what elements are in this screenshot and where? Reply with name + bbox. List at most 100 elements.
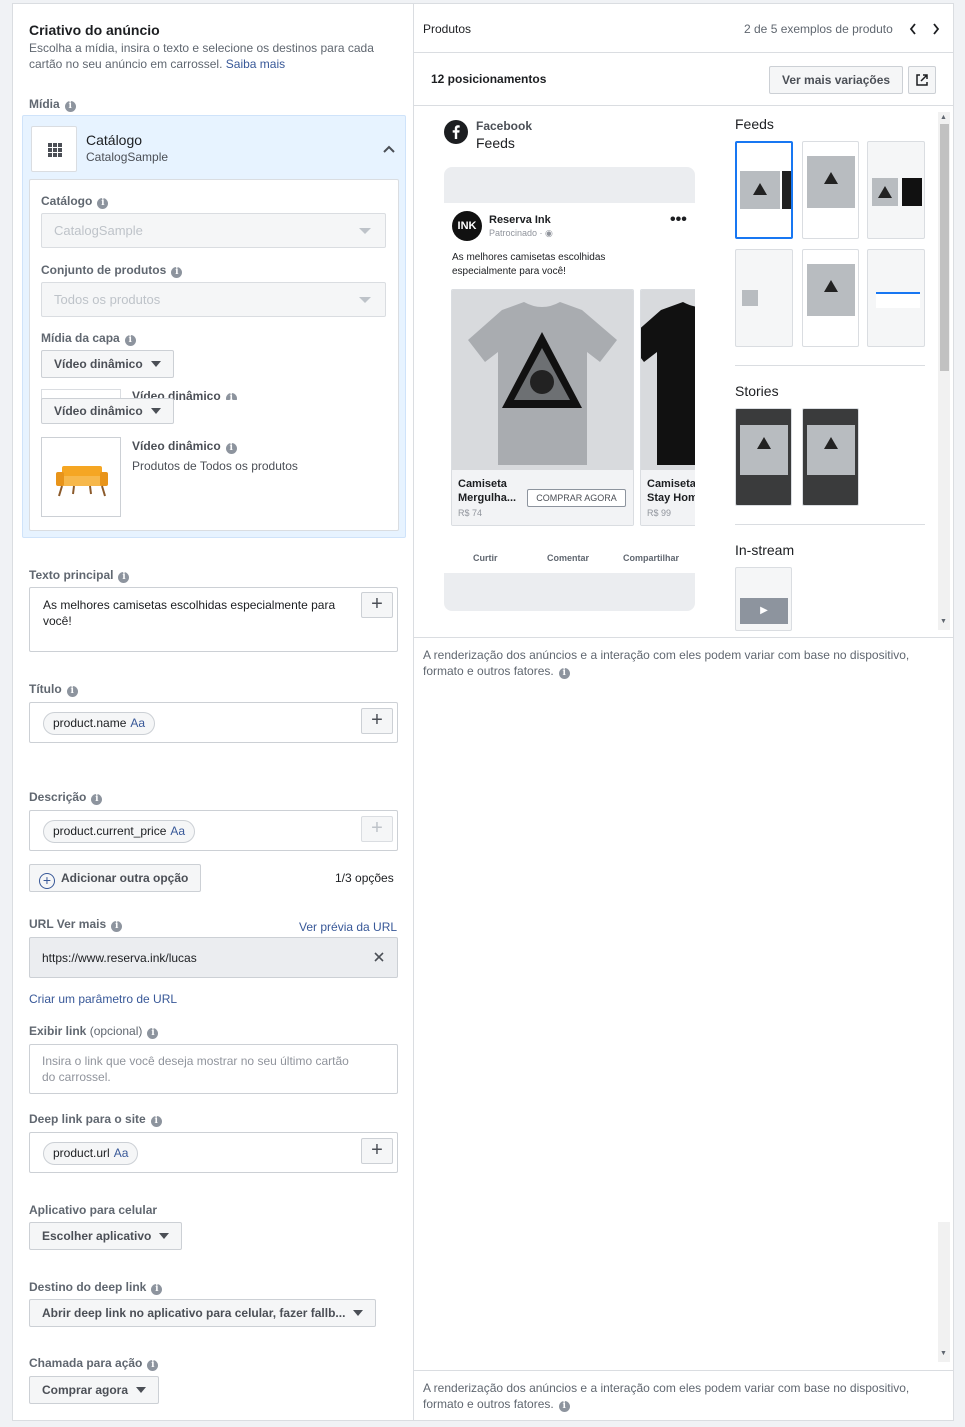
info-icon[interactable]: i (111, 921, 123, 932)
placement-thumb[interactable] (735, 249, 793, 347)
share-button[interactable]: Compartilhar (623, 553, 679, 563)
lower-scrollbar[interactable]: ▼ (938, 1222, 950, 1362)
placement-thumb[interactable]: ▶ (735, 567, 792, 631)
placement-name: Feeds (476, 135, 515, 151)
add-deep-link-button[interactable]: + (361, 1138, 393, 1164)
description-chip-text: product.current_price (53, 824, 167, 838)
chair-icon (41, 437, 121, 517)
description-chip[interactable]: product.current_price Aa (43, 820, 196, 843)
title-chip[interactable]: product.name Aa (43, 712, 156, 735)
caret-down-icon (150, 408, 161, 414)
product-set-select: Todos os produtos (41, 282, 386, 317)
globe-icon: ◉ (545, 228, 553, 238)
catalog-field-label: Catálogo i (41, 194, 109, 209)
cta-label: Chamada para ação i (29, 1356, 159, 1371)
cover-media-dropdown-open[interactable]: Vídeo dinâmico (41, 398, 174, 424)
chevron-left-icon[interactable] (909, 23, 917, 35)
info-icon[interactable]: i (151, 1284, 163, 1295)
comment-button[interactable]: Comentar (547, 553, 589, 563)
primary-text-input[interactable]: As melhores camisetas escolhidas especia… (29, 587, 398, 652)
info-icon[interactable]: i (97, 198, 109, 209)
external-link-icon[interactable] (908, 66, 936, 94)
info-icon[interactable]: i (118, 572, 130, 583)
sponsored-label: Patrocinado · ◉ (489, 228, 553, 238)
deep-link-chip[interactable]: product.url Aa (43, 1142, 139, 1165)
primary-text-label: Texto principal i (29, 568, 130, 583)
info-icon[interactable]: i (66, 686, 78, 697)
deep-link-input[interactable]: product.url Aa + (29, 1132, 398, 1173)
choose-app-dropdown[interactable]: Escolher aplicativo (29, 1222, 183, 1250)
scroll-down-arrow[interactable]: ▼ (940, 618, 947, 625)
deep-link-chip-text: product.url (53, 1146, 110, 1160)
card-title-line1: Camiseta (647, 478, 695, 490)
info-icon[interactable]: i (64, 101, 76, 112)
close-icon[interactable] (373, 951, 385, 963)
description-input[interactable]: product.current_price Aa + (29, 810, 398, 851)
catalog-select-value: CatalogSample (54, 223, 143, 238)
url-preview-link[interactable]: Ver prévia da URL (299, 920, 397, 934)
buy-now-button[interactable]: COMPRAR AGORA (527, 489, 626, 507)
scroll-up-arrow[interactable]: ▲ (940, 114, 947, 121)
divider (414, 52, 953, 53)
info-icon[interactable]: i (124, 335, 136, 346)
feeds-section-title: Feeds (735, 116, 774, 132)
learn-more-link[interactable]: Saiba mais (226, 57, 285, 71)
stories-section-title: Stories (735, 383, 779, 399)
card-price: R$ 74 (458, 508, 483, 518)
placement-thumb[interactable] (802, 408, 859, 506)
feed-preview-bottom (444, 573, 695, 611)
placement-thumb-selected[interactable] (735, 141, 793, 239)
add-option-button[interactable]: + Adicionar outra opção (29, 864, 202, 892)
display-link-label-text: Exibir link (29, 1024, 87, 1038)
deep-link-dest-value: Abrir deep link no aplicativo para celul… (42, 1306, 346, 1320)
placement-thumb[interactable] (867, 141, 925, 239)
info-icon[interactable]: i (91, 794, 103, 805)
info-icon[interactable]: i (147, 1028, 159, 1039)
placement-thumb[interactable] (802, 141, 859, 239)
media-label: Mídia i (29, 97, 76, 112)
deep-link-dest-dropdown[interactable]: Abrir deep link no aplicativo para celul… (29, 1299, 377, 1327)
disclaimer: A renderização dos anúncios e a interaçã… (423, 647, 928, 679)
placement-thumb[interactable] (802, 249, 859, 347)
carousel-card[interactable]: Camiseta Mergulha... R$ 74 COMPRAR AGORA (451, 289, 634, 526)
chevron-up-icon[interactable] (383, 142, 395, 153)
scroll-thumb[interactable] (940, 124, 949, 371)
carousel-card[interactable]: Camiseta Stay Hom R$ 99 (640, 289, 695, 526)
info-icon[interactable]: i (150, 1116, 162, 1127)
info-icon[interactable]: i (147, 1360, 159, 1371)
sponsored-text: Patrocinado (489, 228, 538, 238)
more-variations-button[interactable]: Ver mais variações (769, 66, 904, 94)
url-input[interactable]: https://www.reserva.ink/lucas (29, 937, 398, 978)
product-image (452, 290, 633, 470)
add-primary-text-button[interactable]: + (361, 592, 393, 618)
mobile-app-label: Aplicativo para celular (29, 1203, 158, 1217)
preview-pagination: 2 de 5 exemplos de produto (744, 22, 893, 36)
like-button[interactable]: Curtir (473, 553, 498, 563)
add-description-button[interactable]: + (361, 816, 393, 842)
product-set-label: Conjunto de produtos i (41, 263, 183, 278)
cta-value: Comprar agora (42, 1383, 129, 1397)
display-link-input[interactable]: Insira o link que você deseja mostrar no… (29, 1044, 398, 1094)
create-url-param-link[interactable]: Criar um parâmetro de URL (29, 992, 177, 1006)
scroll-down-arrow[interactable]: ▼ (940, 1350, 947, 1357)
cover-media-dropdown[interactable]: Vídeo dinâmico (41, 350, 174, 378)
info-icon[interactable]: i (558, 1401, 570, 1412)
feed-preview-top (444, 167, 695, 203)
placement-thumb[interactable] (735, 408, 792, 506)
more-options-icon[interactable]: ••• (670, 211, 687, 229)
advertiser-name[interactable]: Reserva Ink (489, 214, 551, 226)
add-title-button[interactable]: + (361, 708, 393, 734)
platform-name: Facebook (476, 119, 533, 133)
cover-item-title: Vídeo dinâmico i (132, 439, 237, 454)
title-input[interactable]: product.name Aa + (29, 702, 398, 743)
info-icon[interactable]: i (225, 443, 237, 454)
cta-dropdown[interactable]: Comprar agora (29, 1376, 160, 1404)
info-icon[interactable]: i (558, 668, 570, 679)
placement-thumb[interactable] (867, 249, 925, 347)
creative-description: Escolha a mídia, insira o texto e seleci… (29, 40, 389, 72)
product-set-label-text: Conjunto de produtos (41, 263, 167, 277)
thumb-image (782, 171, 791, 209)
info-icon[interactable]: i (171, 267, 183, 278)
chevron-right-icon[interactable] (932, 23, 940, 35)
preview-scrollbar[interactable]: ▲ ▼ (938, 112, 950, 630)
